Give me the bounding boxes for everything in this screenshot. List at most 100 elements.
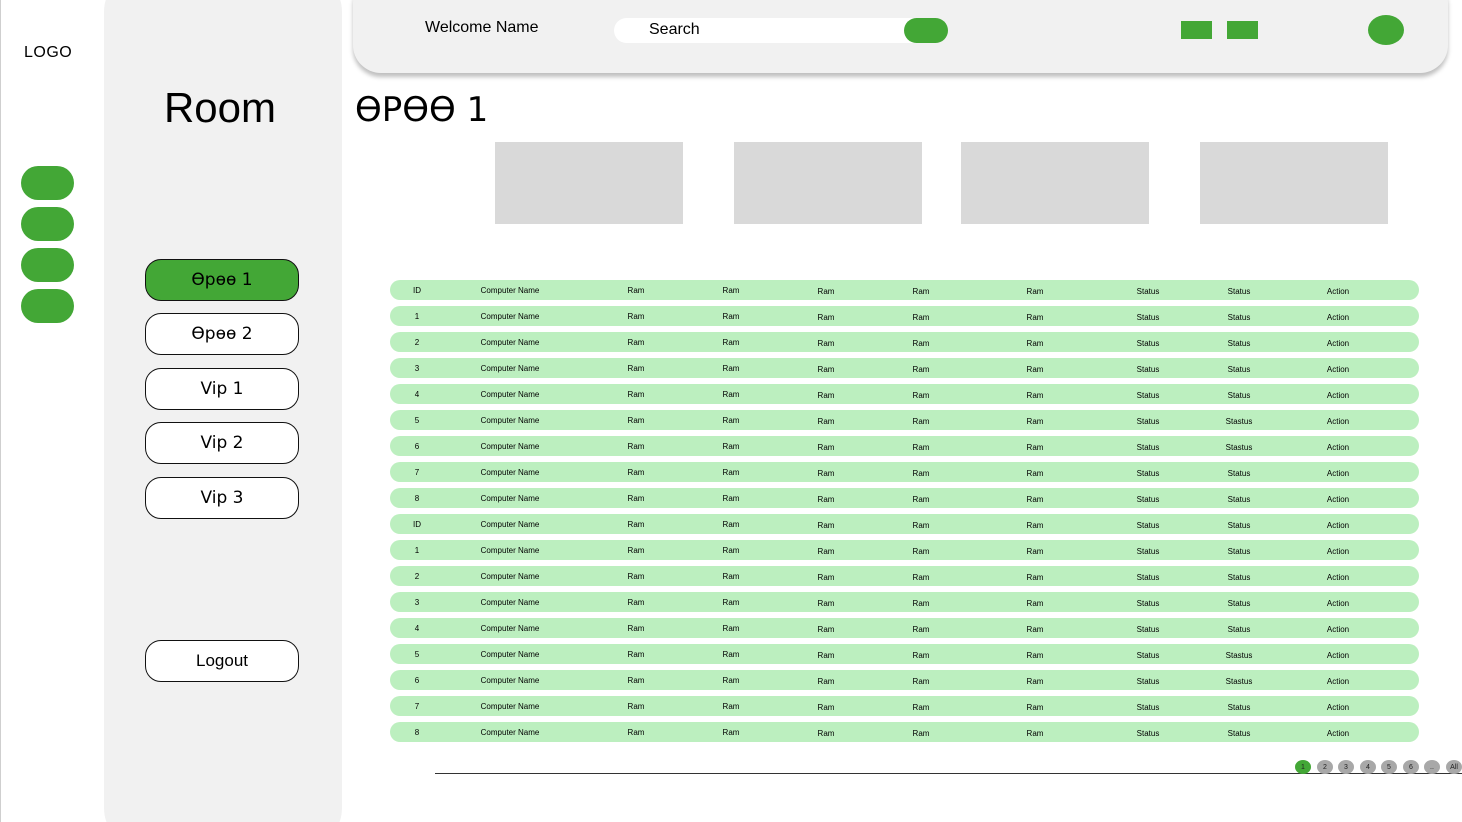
cell-id: 5: [414, 416, 420, 425]
table-row[interactable]: 3 Computer Name Ram Ram Ram Ram Ram Status Statu…: [390, 592, 1419, 612]
search-placeholder: Search: [649, 21, 700, 38]
cell-computer-name: Computer Name: [480, 676, 540, 685]
cell-action[interactable]: Action: [1327, 651, 1349, 660]
cell-ram-2: Ram: [722, 338, 740, 347]
cell-action[interactable]: Action: [1327, 469, 1349, 478]
cell-computer-name: Computer Name: [480, 728, 540, 737]
cell-status-2: Status: [1227, 313, 1251, 322]
cell-action[interactable]: Action: [1327, 573, 1349, 582]
table-row[interactable]: 6 Computer Name Ram Ram Ram Ram Ram Status Stast…: [390, 436, 1419, 456]
page-button[interactable]: 4: [1360, 760, 1376, 774]
cell-status-1: Status: [1136, 547, 1160, 556]
cell-ram-1: Ram: [627, 702, 645, 711]
room-button-vip-3[interactable]: Vip 3: [145, 477, 299, 519]
rail-nav-button-4[interactable]: [21, 289, 74, 323]
message-icon[interactable]: [1227, 21, 1258, 39]
cell-status-1: Status: [1136, 313, 1160, 322]
cell-ram-3: Ram: [817, 495, 835, 504]
cell-computer-name: Computer Name: [480, 364, 540, 373]
table-row[interactable]: 7 Computer Name Ram Ram Ram Ram Ram Status Statu…: [390, 462, 1419, 482]
page-button[interactable]: All: [1446, 760, 1462, 774]
cell-ram-5: Ram: [1026, 495, 1044, 504]
cell-action[interactable]: Action: [1327, 547, 1349, 556]
cell-ram-5: Ram: [1026, 703, 1044, 712]
cell-action[interactable]: Action: [1327, 677, 1349, 686]
rail-nav-button-2[interactable]: [21, 207, 74, 241]
cell-status-2: Status: [1227, 573, 1251, 582]
page-button[interactable]: 1: [1295, 760, 1311, 774]
cell-ram-4: Ram: [912, 547, 930, 556]
cell-ram-4: Ram: [912, 599, 930, 608]
cell-action[interactable]: Action: [1327, 599, 1349, 608]
table-row[interactable]: 8 Computer Name Ram Ram Ram Ram Ram Status Statu…: [390, 488, 1419, 508]
table-row[interactable]: 8 Computer Name Ram Ram Ram Ram Ram Status Statu…: [390, 722, 1419, 742]
cell-action[interactable]: Action: [1327, 521, 1349, 530]
cell-action[interactable]: Action: [1327, 313, 1349, 322]
cell-id: ID: [413, 520, 421, 529]
table-row[interactable]: 3 Computer Name Ram Ram Ram Ram Ram Status Statu…: [390, 358, 1419, 378]
table-row[interactable]: 5 Computer Name Ram Ram Ram Ram Ram Status Stast…: [390, 410, 1419, 430]
cell-action[interactable]: Action: [1327, 703, 1349, 712]
cell-status-1: Status: [1136, 703, 1160, 712]
table-row[interactable]: 5 Computer Name Ram Ram Ram Ram Ram Status Stast…: [390, 644, 1419, 664]
cell-action[interactable]: Action: [1327, 495, 1349, 504]
cell-ram-4: Ram: [912, 651, 930, 660]
cell-status-1: Status: [1136, 573, 1160, 582]
cell-status-2: Stastus: [1225, 417, 1253, 426]
cell-action[interactable]: Action: [1327, 391, 1349, 400]
cell-action[interactable]: Action: [1327, 729, 1349, 738]
table-row[interactable]: 4 Computer Name Ram Ram Ram Ram Ram Status Statu…: [390, 618, 1419, 638]
cell-id: 4: [414, 624, 420, 633]
room-button-vip-1[interactable]: Vip 1: [145, 368, 299, 410]
rail-nav-button-3[interactable]: [21, 248, 74, 282]
table-row[interactable]: ID Computer Name Ram Ram Ram Ram Ram Status Stat…: [390, 514, 1419, 534]
cell-action[interactable]: Action: [1327, 625, 1349, 634]
rail-nav-button-1[interactable]: [21, 166, 74, 200]
page-button[interactable]: 5: [1381, 760, 1397, 774]
notification-icon[interactable]: [1181, 21, 1212, 39]
cell-ram-1: Ram: [627, 364, 645, 373]
cell-status-1: Status: [1136, 287, 1160, 296]
table-row[interactable]: 7 Computer Name Ram Ram Ram Ram Ram Status Statu…: [390, 696, 1419, 716]
cell-status-1: Status: [1136, 365, 1160, 374]
table-row[interactable]: 4 Computer Name Ram Ram Ram Ram Ram Status Statu…: [390, 384, 1419, 404]
cell-status-2: Status: [1227, 391, 1251, 400]
table-row[interactable]: 2 Computer Name Ram Ram Ram Ram Ram Status Statu…: [390, 566, 1419, 586]
cell-action[interactable]: Action: [1327, 287, 1349, 296]
cell-ram-3: Ram: [817, 365, 835, 374]
cell-action[interactable]: Action: [1327, 339, 1349, 348]
room-button-2[interactable]: Өрөө 2: [145, 313, 299, 355]
cell-action[interactable]: Action: [1327, 417, 1349, 426]
cell-ram-1: Ram: [627, 676, 645, 685]
room-button-vip-2[interactable]: Vip 2: [145, 422, 299, 464]
cell-action[interactable]: Action: [1327, 443, 1349, 452]
search-button[interactable]: [904, 18, 948, 43]
cell-id: 3: [414, 598, 420, 607]
cell-id: 4: [414, 390, 420, 399]
page-button[interactable]: 2: [1317, 760, 1333, 774]
table-row[interactable]: 2 Computer Name Ram Ram Ram Ram Ram Status Statu…: [390, 332, 1419, 352]
cell-ram-2: Ram: [722, 546, 740, 555]
page-button[interactable]: 3: [1338, 760, 1354, 774]
table-row[interactable]: 1 Computer Name Ram Ram Ram Ram Ram Status Statu…: [390, 306, 1419, 326]
table-row[interactable]: 6 Computer Name Ram Ram Ram Ram Ram Status Stast…: [390, 670, 1419, 690]
cell-status-1: Status: [1136, 391, 1160, 400]
cell-status-2: Stastus: [1225, 443, 1253, 452]
cell-ram-2: Ram: [722, 442, 740, 451]
cell-ram-3: Ram: [817, 703, 835, 712]
cell-status-1: Status: [1136, 339, 1160, 348]
table-row[interactable]: ID Computer Name Ram Ram Ram Ram Ram Status Stat…: [390, 280, 1419, 300]
avatar[interactable]: [1368, 15, 1404, 45]
logout-button[interactable]: Logout: [145, 640, 299, 682]
cell-status-1: Status: [1136, 599, 1160, 608]
room-button-1[interactable]: Өрөө 1: [145, 259, 299, 301]
cell-ram-5: Ram: [1026, 469, 1044, 478]
cell-status-2: Status: [1227, 339, 1251, 348]
page-button[interactable]: 6: [1403, 760, 1419, 774]
cell-action[interactable]: Action: [1327, 365, 1349, 374]
table-row[interactable]: 1 Computer Name Ram Ram Ram Ram Ram Status Statu…: [390, 540, 1419, 560]
page-button[interactable]: ..: [1424, 760, 1440, 774]
cell-ram-4: Ram: [912, 521, 930, 530]
cell-ram-4: Ram: [912, 365, 930, 374]
cell-ram-2: Ram: [722, 520, 740, 529]
